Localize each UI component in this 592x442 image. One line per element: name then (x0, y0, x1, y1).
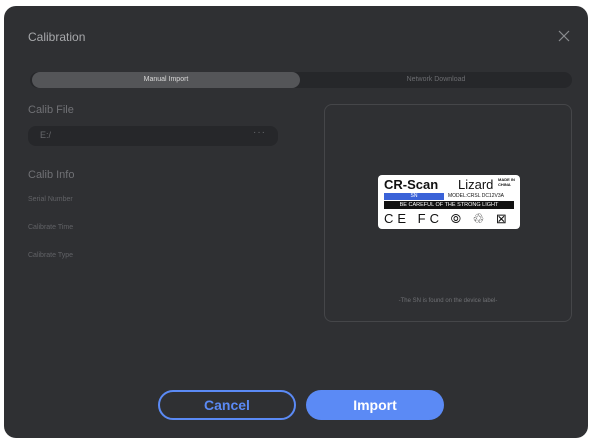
browse-button[interactable]: ··· (253, 127, 266, 138)
device-label-image: CR-Scan Lizard MADE IN CHINA SN MODEL:CR… (378, 175, 520, 229)
device-brand: CR-Scan (384, 177, 439, 192)
device-brand-suffix: Lizard (458, 177, 494, 192)
import-button[interactable]: Import (306, 390, 444, 420)
close-icon[interactable] (556, 28, 572, 44)
calib-file-heading: Calib File (28, 104, 74, 116)
calib-file-path: E:/ (40, 130, 52, 140)
cancel-button[interactable]: Cancel (158, 390, 296, 420)
dialog-title: Calibration (28, 30, 86, 44)
calibration-dialog: Calibration Manual Import Network Downlo… (4, 6, 588, 438)
calibrate-time-label: Calibrate Time (28, 224, 74, 231)
made-in-text: MADE IN CHINA (498, 177, 515, 187)
import-mode-tabs: Manual Import Network Download (30, 72, 572, 88)
sn-hint-text: -The SN is found on the device label- (398, 298, 498, 304)
certification-icons: CE FC ⦾ ♲ ⊠ (384, 211, 511, 226)
calibrate-type-label: Calibrate Type (28, 252, 74, 259)
tab-manual-import[interactable]: Manual Import (32, 72, 300, 88)
warning-text: BE CAREFUL OF THE STRONG LIGHT (384, 201, 514, 209)
calib-file-field[interactable]: E:/ ··· (28, 126, 278, 146)
sn-highlight: SN (384, 193, 444, 200)
sn-hint-panel: CR-Scan Lizard MADE IN CHINA SN MODEL:CR… (324, 104, 572, 322)
serial-number-label: Serial Number (28, 196, 73, 203)
model-text: MODEL:CRSL DC12V3A (448, 193, 504, 199)
calib-info-heading: Calib Info (28, 169, 75, 181)
tab-network-download[interactable]: Network Download (300, 72, 572, 88)
